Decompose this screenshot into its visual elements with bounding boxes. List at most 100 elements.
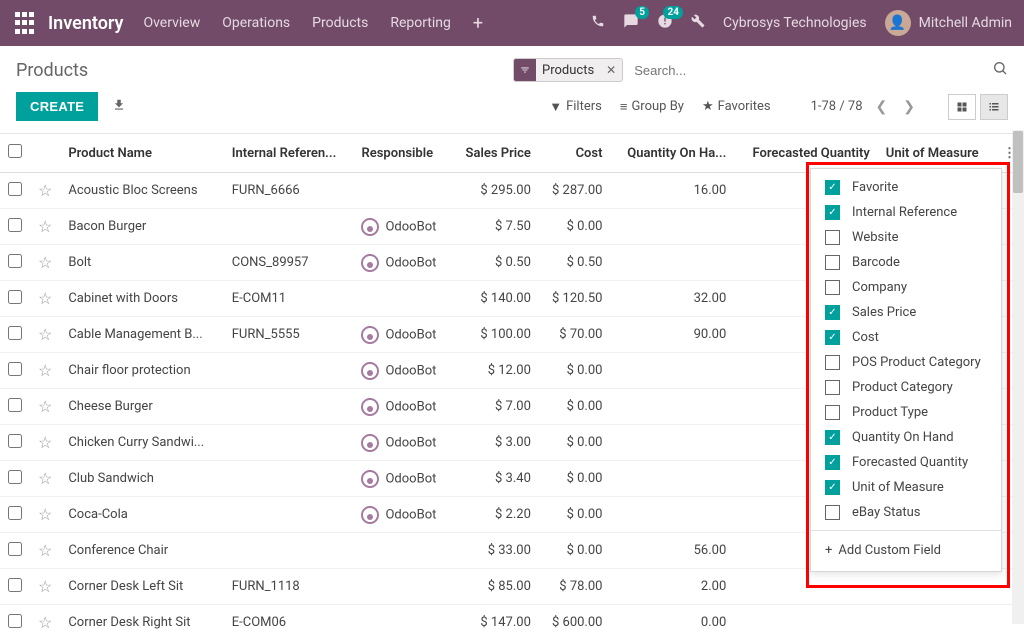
list-view-icon[interactable] [980, 94, 1008, 120]
table-row[interactable]: ☆Corner Desk Left SitFURN_1118$ 85.00$ 7… [0, 569, 1024, 605]
nav-add-icon[interactable]: + [473, 13, 483, 34]
star-icon[interactable]: ☆ [38, 577, 52, 596]
select-all-checkbox[interactable] [8, 144, 22, 158]
cell-resp: OdooBot [353, 425, 451, 461]
field-option[interactable]: Company [811, 275, 1001, 300]
field-option[interactable]: ✓Forecasted Quantity [811, 450, 1001, 475]
row-checkbox[interactable] [8, 398, 22, 412]
nav-reporting[interactable]: Reporting [390, 15, 451, 31]
field-option[interactable]: Barcode [811, 250, 1001, 275]
field-option[interactable]: ✓Quantity On Hand [811, 425, 1001, 450]
col-qoh[interactable]: Quantity On Ha... [610, 134, 734, 173]
col-cost[interactable]: Cost [539, 134, 611, 173]
checkbox-icon [825, 405, 840, 420]
row-checkbox[interactable] [8, 326, 22, 340]
cell-ref [224, 209, 354, 245]
scrollbar[interactable] [1012, 130, 1024, 624]
cell-qoh [610, 461, 734, 497]
activities-icon[interactable]: 24 [657, 13, 673, 33]
control-panel: Products Products ✕ CREATE ▼ Filters ≡ G… [0, 46, 1024, 134]
field-option[interactable]: Website [811, 225, 1001, 250]
kanban-view-icon[interactable] [948, 94, 976, 120]
checkbox-icon [825, 255, 840, 270]
row-checkbox[interactable] [8, 218, 22, 232]
pager-prev-icon[interactable]: ❮ [873, 99, 891, 115]
star-icon[interactable]: ☆ [38, 469, 52, 488]
col-resp[interactable]: Responsible [353, 134, 451, 173]
col-name[interactable]: Product Name [60, 134, 223, 173]
field-option[interactable]: ✓Sales Price [811, 300, 1001, 325]
nav-overview[interactable]: Overview [143, 15, 200, 31]
facet-close-icon[interactable]: ✕ [600, 63, 622, 77]
field-option[interactable]: eBay Status [811, 500, 1001, 525]
col-price[interactable]: Sales Price [451, 134, 539, 173]
star-icon[interactable]: ☆ [38, 289, 52, 308]
row-checkbox[interactable] [8, 542, 22, 556]
col-ref[interactable]: Internal Referen... [224, 134, 354, 173]
checkbox-icon: ✓ [825, 205, 840, 220]
row-checkbox[interactable] [8, 290, 22, 304]
search-icon[interactable] [992, 60, 1008, 80]
row-checkbox[interactable] [8, 470, 22, 484]
row-checkbox[interactable] [8, 362, 22, 376]
apps-icon[interactable] [12, 11, 36, 35]
field-option[interactable]: ✓Internal Reference [811, 200, 1001, 225]
tools-icon[interactable] [691, 14, 705, 32]
pager-next-icon[interactable]: ❯ [900, 99, 918, 115]
user-menu[interactable]: 👤 Mitchell Admin [885, 10, 1012, 36]
star-icon[interactable]: ☆ [38, 181, 52, 200]
star-icon[interactable]: ☆ [38, 541, 52, 560]
star-icon[interactable]: ☆ [38, 217, 52, 236]
create-button[interactable]: CREATE [16, 92, 98, 121]
scrollbar-thumb[interactable] [1013, 131, 1023, 193]
row-checkbox[interactable] [8, 182, 22, 196]
checkbox-icon: ✓ [825, 180, 840, 195]
star-icon[interactable]: ☆ [38, 397, 52, 416]
filters-button[interactable]: ▼ Filters [549, 99, 602, 115]
cell-ref [224, 353, 354, 389]
plus-icon: + [825, 543, 832, 558]
add-custom-field-button[interactable]: + Add Custom Field [811, 536, 1001, 565]
col-uom[interactable]: Unit of Measure [878, 134, 995, 173]
pager-count[interactable]: 1-78 / 78 [811, 99, 863, 114]
star-icon[interactable]: ☆ [38, 613, 52, 632]
app-title[interactable]: Inventory [48, 13, 123, 34]
star-icon[interactable]: ☆ [38, 361, 52, 380]
nav-products[interactable]: Products [312, 15, 368, 31]
nav-operations[interactable]: Operations [222, 15, 290, 31]
col-fq[interactable]: Forecasted Quantity [734, 134, 878, 173]
star-icon[interactable]: ☆ [38, 433, 52, 452]
row-checkbox[interactable] [8, 506, 22, 520]
bot-icon [361, 434, 379, 452]
cell-price: $ 295.00 [451, 173, 539, 209]
search-input[interactable] [631, 60, 992, 81]
cell-qoh: 0.00 [610, 605, 734, 632]
favorites-button[interactable]: ★ Favorites [702, 99, 771, 115]
field-option[interactable]: ✓Cost [811, 325, 1001, 350]
cell-qoh [610, 497, 734, 533]
phone-icon[interactable] [591, 14, 605, 32]
row-checkbox[interactable] [8, 614, 22, 628]
messages-icon[interactable]: 5 [623, 13, 639, 33]
avatar: 👤 [885, 10, 911, 36]
cell-name: Chair floor protection [60, 353, 223, 389]
cell-price: $ 0.50 [451, 245, 539, 281]
field-option[interactable]: Product Type [811, 400, 1001, 425]
star-icon[interactable]: ☆ [38, 253, 52, 272]
field-option[interactable]: ✓Unit of Measure [811, 475, 1001, 500]
groupby-button[interactable]: ≡ Group By [620, 99, 684, 115]
row-checkbox[interactable] [8, 254, 22, 268]
star-icon[interactable]: ☆ [38, 505, 52, 524]
field-option[interactable]: ✓Favorite [811, 175, 1001, 200]
cell-price: $ 7.00 [451, 389, 539, 425]
star-icon[interactable]: ☆ [38, 325, 52, 344]
field-option[interactable]: Product Category [811, 375, 1001, 400]
cell-qoh [610, 209, 734, 245]
import-icon[interactable] [112, 98, 126, 116]
field-option[interactable]: POS Product Category [811, 350, 1001, 375]
table-row[interactable]: ☆Corner Desk Right SitE-COM06$ 147.00$ 6… [0, 605, 1024, 632]
row-checkbox[interactable] [8, 434, 22, 448]
company-name[interactable]: Cybrosys Technologies [723, 15, 867, 31]
bot-icon [361, 398, 379, 416]
row-checkbox[interactable] [8, 578, 22, 592]
